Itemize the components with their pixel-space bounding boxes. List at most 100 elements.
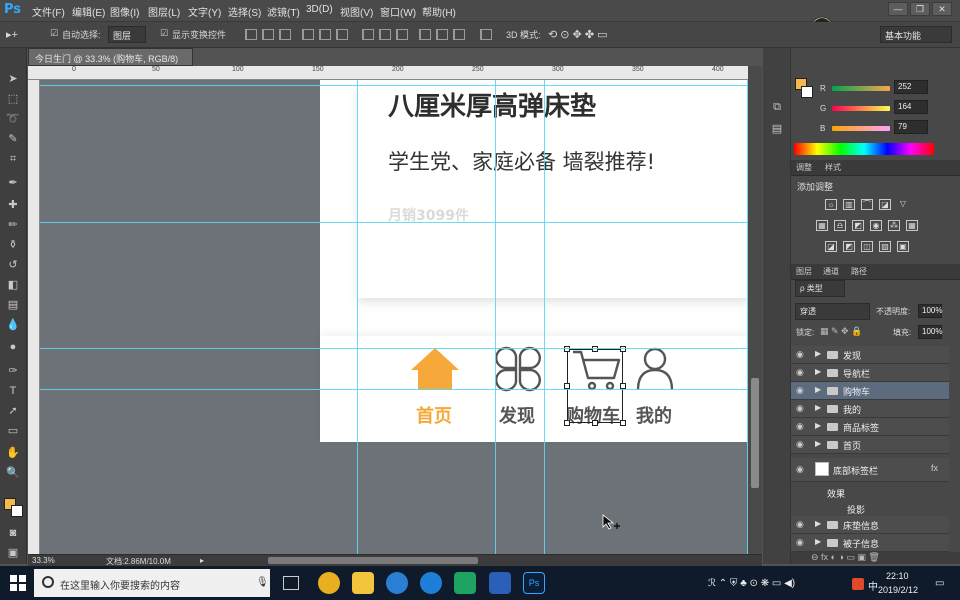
menu-edit[interactable]: 编辑(E) — [72, 4, 105, 19]
clock-time[interactable]: 22:10 — [886, 571, 909, 581]
healing-tool-icon[interactable]: ✚ — [5, 198, 21, 212]
tray-app-icon[interactable] — [852, 578, 864, 590]
color-spectrum[interactable] — [794, 143, 934, 155]
transform-handle[interactable] — [620, 346, 626, 352]
threshold-icon[interactable]: ◫ — [861, 241, 873, 252]
auto-select-checkbox[interactable]: ☑ — [50, 28, 58, 39]
layer-row-home[interactable]: ◉ ▶ 首页 — [791, 436, 949, 454]
browser-icon[interactable] — [386, 572, 408, 594]
menu-layer[interactable]: 图层(L) — [148, 4, 180, 19]
expand-arrow-icon[interactable]: ▶ — [815, 519, 821, 528]
guide-line[interactable] — [40, 222, 748, 223]
path-select-icon[interactable]: ➚ — [5, 404, 21, 418]
invert-icon[interactable]: ◪ — [825, 241, 837, 252]
guide-line[interactable] — [357, 80, 358, 554]
visibility-eye-icon[interactable]: ◉ — [796, 367, 804, 378]
guide-line[interactable] — [544, 80, 545, 554]
red-value[interactable]: 252 — [894, 80, 928, 94]
marquee-tool-icon[interactable]: ⬚ — [5, 92, 21, 106]
bw-icon[interactable]: ◩ — [852, 220, 864, 231]
guide-line[interactable] — [40, 389, 748, 390]
red-slider[interactable] — [832, 86, 890, 91]
curves-icon[interactable]: ⌒ — [861, 199, 873, 210]
color-lookup-icon[interactable]: ▦ — [906, 220, 918, 231]
taskbar-search-input[interactable]: 在这里输入你要搜索的内容 — [34, 569, 270, 597]
layer-row-cart[interactable]: ◉ ▶ 购物车 — [791, 382, 949, 400]
menu-view[interactable]: 视图(V) — [340, 4, 373, 19]
tab-adjustments[interactable]: 调整 — [796, 162, 812, 173]
photo-filter-icon[interactable]: ◉ — [870, 220, 882, 231]
close-button[interactable]: ✕ — [932, 2, 952, 16]
auto-align-icon[interactable] — [480, 29, 492, 40]
screen-mode-icon[interactable]: ▣ — [5, 546, 21, 560]
workspace-dropdown[interactable]: 基本功能 — [880, 26, 952, 43]
scrollbar-thumb[interactable] — [751, 378, 759, 488]
align-top-icon[interactable] — [245, 29, 257, 40]
color-bg-swatch[interactable] — [801, 86, 813, 98]
scrollbar-thumb[interactable] — [268, 557, 478, 564]
visibility-eye-icon[interactable]: ◉ — [796, 439, 804, 450]
blend-mode-dropdown[interactable]: 穿透 — [795, 303, 870, 320]
quick-mask-icon[interactable]: ◙ — [5, 526, 21, 540]
align-hcenter-icon[interactable] — [319, 29, 331, 40]
fx-icon[interactable]: fx — [931, 463, 938, 473]
levels-icon[interactable]: ▥ — [843, 199, 855, 210]
guide-line[interactable] — [40, 348, 748, 349]
media-player-icon[interactable] — [454, 572, 476, 594]
layer-row-bottom-tabbar[interactable]: ◉ 底部标签栏 fx — [791, 458, 949, 482]
color-balance-icon[interactable]: ♎ — [834, 220, 846, 231]
hand-tool-icon[interactable]: ✋ — [5, 446, 21, 460]
expand-arrow-icon[interactable]: ▶ — [815, 385, 821, 394]
green-value[interactable]: 164 — [894, 100, 928, 114]
layer-filter-dropdown[interactable]: ρ 类型 — [795, 280, 845, 297]
tab-layers[interactable]: 图层 — [796, 266, 812, 277]
guide-line[interactable] — [495, 80, 496, 554]
eyedropper-tool-icon[interactable]: ✒ — [5, 176, 21, 190]
distribute-vcenter-icon[interactable] — [379, 29, 391, 40]
exposure-icon[interactable]: ◪ — [879, 199, 891, 210]
blue-slider[interactable] — [832, 126, 890, 131]
3d-orbit-icon[interactable]: ⟲ ⊙ ✥ ✤ ▭ — [548, 28, 608, 41]
selective-color-icon[interactable]: ▣ — [897, 241, 909, 252]
move-tool-icon[interactable]: ▸+ — [6, 28, 18, 41]
pen-tool-icon[interactable]: ✑ — [5, 364, 21, 378]
layer-row-discover[interactable]: ◉ ▶ 发现 — [791, 346, 949, 364]
transform-handle[interactable] — [592, 346, 598, 352]
properties-panel-icon[interactable]: ▤ — [769, 122, 785, 136]
windows-start-icon[interactable] — [10, 575, 26, 591]
expand-arrow-icon[interactable]: ▶ — [815, 439, 821, 448]
tab-paths[interactable]: 路径 — [851, 266, 867, 277]
menu-3d[interactable]: 3D(D) — [306, 4, 333, 15]
blue-value[interactable]: 79 — [894, 120, 928, 134]
transform-handle[interactable] — [564, 346, 570, 352]
transform-handle[interactable] — [592, 420, 598, 426]
task-view-icon[interactable] — [283, 576, 299, 590]
microphone-icon[interactable]: 🎙 — [256, 577, 269, 588]
background-color-swatch[interactable] — [11, 505, 23, 517]
quick-select-tool-icon[interactable]: ✎ — [5, 132, 21, 146]
layers-footer-icons[interactable]: ⊖ fx ◐ ◑ ▭ ▣ 🗑 — [791, 552, 960, 564]
vibrance-icon[interactable]: ▽ — [897, 199, 909, 210]
tab-styles[interactable]: 样式 — [825, 162, 841, 173]
menu-image[interactable]: 图像(I) — [110, 4, 139, 19]
align-right-icon[interactable] — [336, 29, 348, 40]
brush-tool-icon[interactable]: ✏ — [5, 218, 21, 232]
align-vcenter-icon[interactable] — [262, 29, 274, 40]
guide-line[interactable] — [40, 85, 748, 86]
notification-icon[interactable]: ▭ — [935, 578, 944, 589]
layer-row-navbar[interactable]: ◉ ▶ 导航栏 — [791, 364, 949, 382]
dodge-tool-icon[interactable]: ● — [5, 340, 21, 354]
ie-icon[interactable] — [420, 572, 442, 594]
auto-select-dropdown[interactable]: 图层 — [108, 26, 146, 43]
align-left-icon[interactable] — [302, 29, 314, 40]
expand-arrow-icon[interactable]: ▶ — [815, 537, 821, 546]
stamp-tool-icon[interactable]: ⚱ — [5, 238, 21, 252]
visibility-eye-icon[interactable]: ◉ — [796, 464, 804, 475]
opacity-value[interactable]: 100% — [918, 304, 942, 318]
lasso-tool-icon[interactable]: ➰ — [5, 112, 21, 126]
eraser-tool-icon[interactable]: ◧ — [5, 278, 21, 292]
history-brush-icon[interactable]: ↺ — [5, 258, 21, 272]
menu-window[interactable]: 窗口(W) — [380, 4, 416, 19]
photoshop-taskbar-icon[interactable]: Ps — [523, 572, 545, 594]
hue-icon[interactable]: ▦ — [816, 220, 828, 231]
